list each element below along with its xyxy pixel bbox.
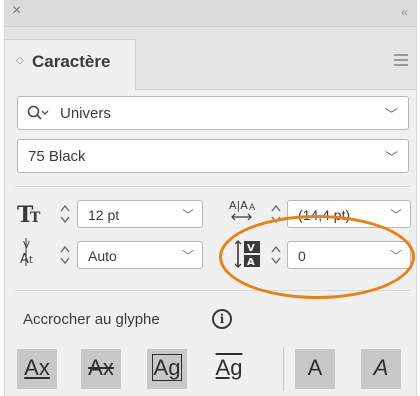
svg-text:A|A: A|A [229, 199, 248, 212]
font-size-icon: T T [17, 202, 43, 231]
font-size-value: 12 pt [88, 207, 120, 223]
tab-expand-icon[interactable]: ◇ [16, 55, 24, 66]
search-icon[interactable] [27, 105, 49, 128]
tracking-icon: V A [234, 239, 265, 274]
chevron-down-icon[interactable]: ﹀ [182, 206, 194, 223]
divider [15, 290, 411, 291]
panel-tab-row: ◇ Caractère [5, 27, 416, 90]
svg-text:t: t [29, 255, 33, 266]
svg-text:A: A [247, 257, 255, 268]
snap-glyph-bounds-glyph: Ag [151, 354, 183, 381]
panel-menu-icon[interactable] [394, 54, 408, 69]
leading-field[interactable]: (14,4 pt) ﹀ [287, 200, 411, 228]
svg-text:V: V [247, 243, 255, 254]
character-panel: × ‹‹ ◇ Caractère Univers ﹀ 75 Black ﹀ T … [4, 0, 417, 396]
kerning-field[interactable]: Auto ﹀ [77, 241, 203, 269]
snap-angular-guides-glyph: A [307, 355, 323, 380]
stepper-icon[interactable] [58, 244, 72, 266]
svg-text:A: A [20, 252, 29, 267]
font-family-dropdown[interactable]: Univers ﹀ [17, 96, 409, 130]
kerning-icon: V A t [19, 238, 47, 273]
snap-x-height-glyph: Ax [88, 355, 114, 380]
panel-title-bar: × ‹‹ [5, 0, 416, 27]
leading-icon: A|A A [229, 197, 263, 230]
snap-anchor-point-button[interactable]: A [361, 349, 401, 389]
snap-baseline-button[interactable]: Ax [17, 349, 57, 389]
chevron-down-icon[interactable]: ﹀ [385, 104, 398, 123]
chevron-down-icon[interactable]: ﹀ [385, 147, 398, 166]
font-size-field[interactable]: 12 pt ﹀ [77, 200, 203, 228]
chevron-down-icon[interactable]: ﹀ [182, 247, 194, 264]
snap-angular-guides-button[interactable]: A [295, 349, 335, 389]
stepper-icon[interactable] [58, 203, 72, 225]
font-family-value: Univers [60, 105, 111, 122]
snap-anchor-point-glyph: A [373, 355, 389, 380]
stepper-icon[interactable] [269, 203, 283, 225]
snap-baseline-glyph: Ax [24, 355, 50, 380]
close-icon[interactable]: × [12, 2, 21, 20]
stepper-icon[interactable] [269, 244, 283, 266]
divider [283, 347, 284, 391]
snap-proximity-guides-glyph: Ag [215, 355, 243, 380]
tracking-field[interactable]: 0 ﹀ [287, 241, 411, 269]
kerning-value: Auto [88, 248, 117, 264]
collapse-icon[interactable]: ‹‹ [401, 5, 408, 19]
chevron-down-icon[interactable]: ﹀ [390, 206, 402, 223]
divider [15, 186, 411, 187]
tracking-value: 0 [298, 248, 306, 264]
info-icon[interactable]: i [212, 309, 232, 329]
tab-label: Caractère [32, 52, 111, 71]
chevron-down-icon[interactable]: ﹀ [390, 247, 402, 264]
snap-to-glyph-label: Accrocher au glyphe [23, 311, 160, 328]
svg-text:T: T [30, 210, 41, 226]
tab-caractere[interactable]: ◇ Caractère [5, 39, 136, 90]
snap-proximity-guides-button[interactable]: Ag [209, 349, 249, 389]
font-style-value: 75 Black [28, 148, 86, 165]
leading-value: (14,4 pt) [298, 207, 351, 223]
snap-glyph-bounds-button[interactable]: Ag [147, 349, 187, 389]
svg-text:A: A [249, 203, 256, 213]
font-style-dropdown[interactable]: 75 Black ﹀ [17, 139, 409, 173]
snap-x-height-button[interactable]: Ax [81, 349, 121, 389]
